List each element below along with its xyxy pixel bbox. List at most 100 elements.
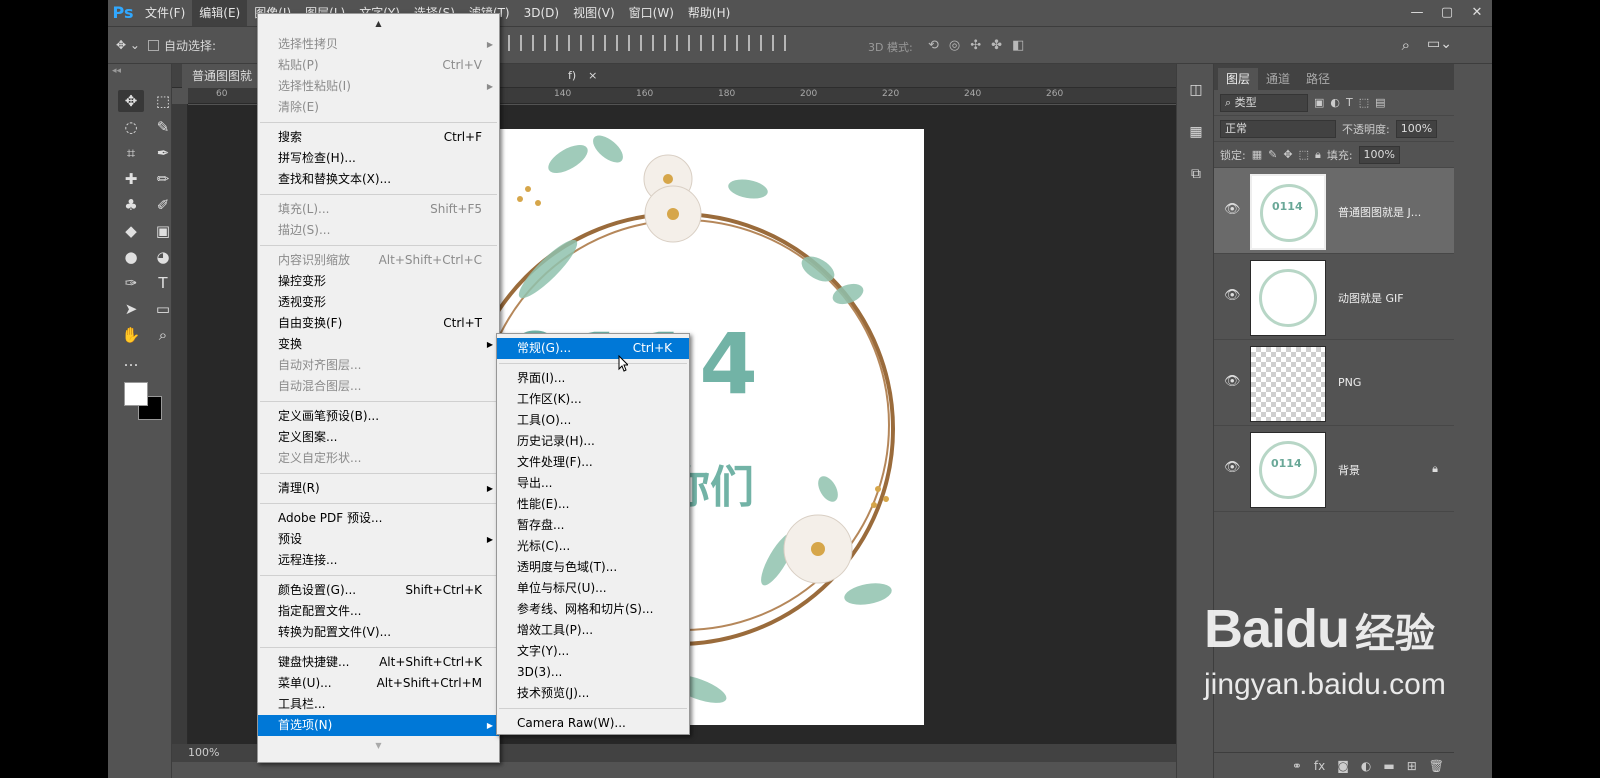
edit-menu-item[interactable]: 清理(R) ▶ xyxy=(258,478,499,499)
zoom-level[interactable]: 100% xyxy=(188,746,219,759)
preferences-menu-item[interactable]: 工作区(K)... xyxy=(497,389,689,410)
edit-menu-item[interactable]: 键盘快捷键... Alt+Shift+Ctrl+K xyxy=(258,652,499,673)
move-tool-icon[interactable]: ✥ xyxy=(118,90,144,112)
edit-menu-item[interactable]: 操控变形 xyxy=(258,271,499,292)
folder-icon[interactable]: ▬ xyxy=(1383,759,1394,773)
edit-menu-item[interactable]: 变换 ▶ xyxy=(258,334,499,355)
distribute-icon[interactable] xyxy=(724,35,738,51)
edit-menu-item[interactable]: 透视变形 xyxy=(258,292,499,313)
edit-menu-item[interactable]: 自由变换(F) Ctrl+T xyxy=(258,313,499,334)
lock-all-icon[interactable]: 🔒︎ xyxy=(1315,148,1321,162)
adjustment-icon[interactable]: ◐ xyxy=(1361,759,1371,773)
hand-tool-icon[interactable]: ✋ xyxy=(118,324,144,346)
preferences-menu-item[interactable]: 3D(3)... xyxy=(497,662,689,683)
healing-tool-icon[interactable]: ✚ xyxy=(118,168,144,190)
lasso-tool-icon[interactable]: ◌ xyxy=(118,116,144,138)
auto-select-checkbox[interactable]: 自动选择: xyxy=(147,37,216,54)
more-tools-icon[interactable]: … xyxy=(118,350,144,372)
preferences-menu-item[interactable]: 技术预览(J)... xyxy=(497,683,689,704)
preferences-menu-item[interactable]: 单位与标尺(U)... xyxy=(497,578,689,599)
edit-menu-item[interactable]: 搜索 Ctrl+F xyxy=(258,127,499,148)
layer-name[interactable]: 动图就是 GIF xyxy=(1338,290,1404,306)
mask-icon[interactable]: ◙ xyxy=(1337,759,1349,773)
layer-row[interactable]: 👁︎ 0114 普通图图就是 J... xyxy=(1214,168,1454,254)
move-tool-icon[interactable]: ✥ ⌄ xyxy=(116,38,140,52)
crop-tool-icon[interactable]: ⌗ xyxy=(118,142,144,164)
tab-close-icon[interactable]: × xyxy=(588,69,597,82)
distribute-icon[interactable] xyxy=(652,35,666,51)
preferences-menu-item[interactable]: 文字(Y)... xyxy=(497,641,689,662)
search-icon[interactable]: ⌕ xyxy=(1402,36,1410,54)
preferences-menu-item[interactable]: 透明度与色域(T)... xyxy=(497,557,689,578)
camera-icon[interactable]: ◧ xyxy=(1012,38,1024,53)
layer-row[interactable]: 👁︎ PNG xyxy=(1214,340,1454,426)
document-tab-2[interactable]: f) × xyxy=(568,64,597,88)
menu-view[interactable]: 视图(V) xyxy=(566,0,622,26)
edit-menu-item[interactable]: Adobe PDF 预设... xyxy=(258,508,499,529)
scroll-down-icon[interactable]: ▼ xyxy=(258,736,499,756)
link-icon[interactable]: ⚭ xyxy=(1292,759,1302,773)
new-layer-icon[interactable]: ⊞ xyxy=(1407,759,1417,773)
distribute-icon[interactable] xyxy=(676,35,690,51)
tab-layers[interactable]: 图层 xyxy=(1218,68,1259,90)
edit-menu-item[interactable]: 颜色设置(G)... Shift+Ctrl+K xyxy=(258,580,499,601)
preferences-menu-item[interactable]: 参考线、网格和切片(S)... xyxy=(497,599,689,620)
minimize-button[interactable]: — xyxy=(1402,0,1432,26)
pen-tool-icon[interactable]: ✑ xyxy=(118,272,144,294)
menu-help[interactable]: 帮助(H) xyxy=(681,0,737,26)
edit-menu-item[interactable]: 菜单(U)... Alt+Shift+Ctrl+M xyxy=(258,673,499,694)
close-button[interactable]: ✕ xyxy=(1462,0,1492,26)
lock-paint-icon[interactable]: ✎ xyxy=(1268,148,1277,161)
stamp-tool-icon[interactable]: ♣ xyxy=(118,194,144,216)
preferences-menu-item[interactable]: 暂存盘... xyxy=(497,515,689,536)
foreground-color-swatch[interactable] xyxy=(124,382,148,406)
edit-menu-item[interactable]: 工具栏... xyxy=(258,694,499,715)
lock-move-icon[interactable]: ✥ xyxy=(1283,148,1292,161)
distribute-icon[interactable] xyxy=(700,35,714,51)
layer-row[interactable]: 👁︎ 0114 背景 🔒︎ xyxy=(1214,426,1454,512)
tab-channels[interactable]: 通道 xyxy=(1258,68,1298,90)
visibility-eye-icon[interactable]: 👁︎ xyxy=(1224,288,1241,303)
orbit-icon[interactable]: ⟲ xyxy=(928,38,939,53)
layer-name[interactable]: 背景 xyxy=(1338,462,1360,478)
filter-shape-icon[interactable]: ⬚ xyxy=(1359,96,1369,109)
preferences-menu-item[interactable]: 常规(G)... Ctrl+K xyxy=(497,338,689,359)
edit-menu-item[interactable]: 定义画笔预设(B)... xyxy=(258,406,499,427)
edit-menu-item[interactable]: 定义图案... xyxy=(258,427,499,448)
distribute-icon[interactable] xyxy=(748,35,762,51)
blend-mode-select[interactable]: 正常 xyxy=(1220,119,1336,138)
align-icon[interactable] xyxy=(508,35,522,51)
tab-paths[interactable]: 路径 xyxy=(1298,68,1338,90)
adjustments-icon[interactable]: ▦ xyxy=(1177,116,1215,148)
lock-artboard-icon[interactable]: ⬚ xyxy=(1299,148,1309,161)
opacity-input[interactable]: 100% xyxy=(1395,119,1438,138)
filter-type-icon[interactable]: T xyxy=(1346,96,1353,109)
filter-smart-icon[interactable]: ▤ xyxy=(1375,96,1385,109)
menu-3d[interactable]: 3D(D) xyxy=(517,0,566,26)
visibility-eye-icon[interactable]: 👁︎ xyxy=(1224,374,1241,389)
edit-menu-item[interactable]: 指定配置文件... xyxy=(258,601,499,622)
layer-name[interactable]: 普通图图就是 J... xyxy=(1338,204,1421,220)
lock-pixels-icon[interactable]: ▦ xyxy=(1252,148,1262,161)
properties-icon[interactable]: ◫ xyxy=(1177,74,1215,106)
edit-menu-item[interactable]: 转换为配置文件(V)... xyxy=(258,622,499,643)
menu-file[interactable]: 文件(F) xyxy=(138,0,192,26)
preferences-menu-item[interactable]: 文件处理(F)... xyxy=(497,452,689,473)
visibility-eye-icon[interactable]: 👁︎ xyxy=(1224,202,1241,217)
preferences-menu-item[interactable]: Camera Raw(W)... xyxy=(497,713,689,734)
fill-input[interactable]: 100% xyxy=(1358,145,1400,164)
path-select-tool-icon[interactable]: ➤ xyxy=(118,298,144,320)
distribute-icon[interactable] xyxy=(604,35,618,51)
filter-adjust-icon[interactable]: ◐ xyxy=(1330,96,1340,109)
edit-menu-item[interactable]: 查找和替换文本(X)... xyxy=(258,169,499,190)
eraser-tool-icon[interactable]: ◆ xyxy=(118,220,144,242)
scroll-up-icon[interactable]: ▲ xyxy=(258,14,499,34)
edit-menu-item[interactable]: 预设 ▶ xyxy=(258,529,499,550)
menu-edit[interactable]: 编辑(E) xyxy=(192,0,248,26)
align-icon[interactable] xyxy=(556,35,570,51)
slide-icon[interactable]: ✤ xyxy=(991,38,1002,53)
pan-icon[interactable]: ✣ xyxy=(970,38,981,53)
visibility-eye-icon[interactable]: 👁︎ xyxy=(1224,460,1241,475)
libraries-icon[interactable]: ⧉ xyxy=(1177,158,1215,190)
align-icon[interactable] xyxy=(532,35,546,51)
